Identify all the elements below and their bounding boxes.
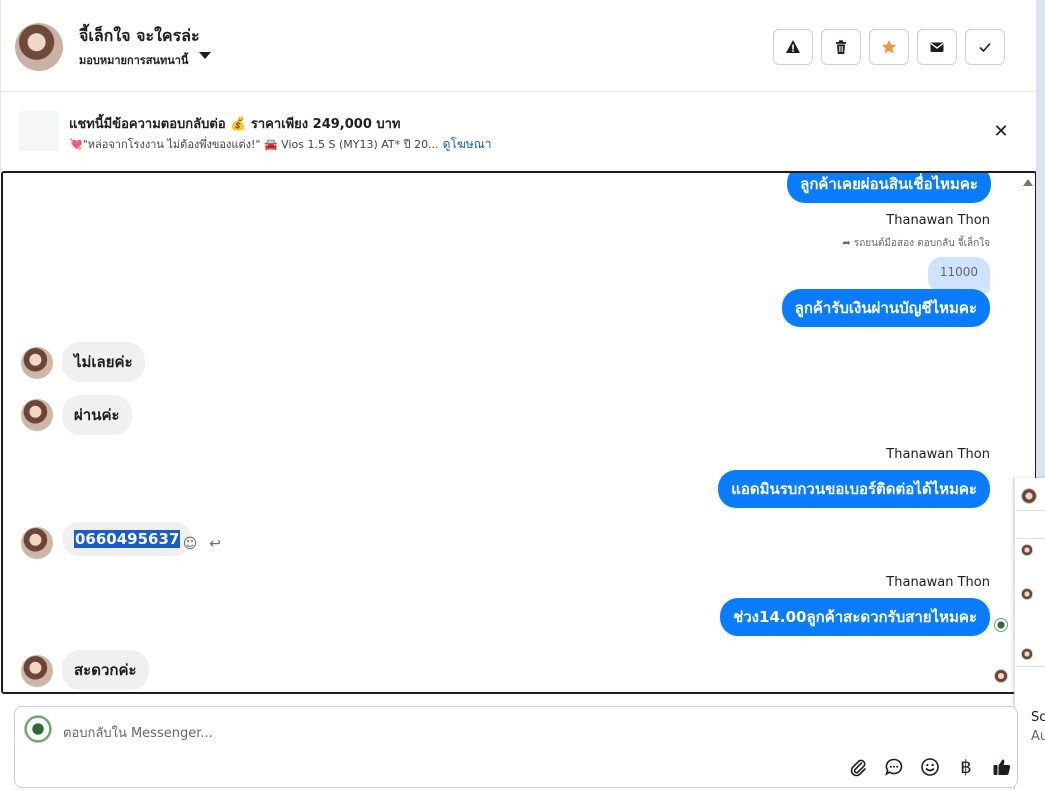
ad-thumbnail bbox=[19, 111, 59, 151]
sender-name: Thanawan Thon bbox=[886, 447, 990, 462]
mark-done-button[interactable] bbox=[965, 29, 1005, 65]
message-bubble-outgoing[interactable]: ลูกค้ารับเงินผ่านบัญชีไหมคะ bbox=[781, 289, 990, 327]
star-button[interactable] bbox=[869, 29, 909, 65]
panel-avatar bbox=[1021, 588, 1033, 600]
inbox-conversation: จี้เล็กใจ จะใครล่ะ มอบหมายการสนทนานี้ แช… bbox=[0, 0, 1045, 790]
envelope-icon bbox=[930, 42, 944, 52]
contact-avatar-small bbox=[21, 527, 53, 559]
panel-avatar bbox=[1021, 648, 1033, 660]
message-bubble-incoming[interactable]: สะดวกค่ะ bbox=[62, 650, 149, 690]
message-bubble-outgoing[interactable]: แอดมินรบกวนขอเบอร์ติดต่อได้ไหมคะ bbox=[718, 470, 990, 508]
delete-button[interactable] bbox=[821, 29, 861, 65]
thumbs-up-icon[interactable] bbox=[991, 756, 1013, 778]
check-icon bbox=[979, 42, 991, 53]
contact-name[interactable]: จี้เล็กใจ จะใครล่ะ bbox=[79, 24, 200, 49]
warning-icon bbox=[786, 40, 800, 53]
react-emoji-icon[interactable]: ☺ bbox=[182, 536, 198, 552]
baht-icon[interactable]: ฿ bbox=[955, 756, 977, 778]
sender-name: Thanawan Thon bbox=[886, 575, 990, 590]
contact-avatar-small bbox=[21, 399, 53, 431]
ad-context-banner: แชทนี้มีข้อความตอบกลับต่อ 💰 ราคาเพียง 24… bbox=[0, 92, 1036, 172]
reply-note: ➦ รถยนต์มือสอง ตอบกลับ จี้เล็กใจ bbox=[842, 236, 990, 251]
panel-text-line: Au bbox=[1031, 729, 1045, 744]
ad-subtitle-text: 💘"หล่อจากโรงงาน ไม่ต้องพึ่งของแต่ง!" 🚘 V… bbox=[69, 138, 439, 151]
quoted-message[interactable]: 11000 bbox=[927, 257, 990, 293]
reply-arrow-icon: ➦ bbox=[842, 238, 854, 249]
conversation-header: จี้เล็กใจ จะใครล่ะ มอบหมายการสนทนานี้ bbox=[0, 0, 1036, 92]
close-icon[interactable]: ✕ bbox=[991, 122, 1011, 142]
page-avatar bbox=[24, 715, 52, 743]
message-input[interactable]: ตอบกลับใน Messenger... bbox=[63, 722, 213, 743]
ad-subtitle: 💘"หล่อจากโรงงาน ไม่ต้องพึ่งของแต่ง!" 🚘 V… bbox=[69, 135, 492, 154]
window-edge-strip bbox=[1036, 0, 1045, 478]
reply-icon[interactable]: ↩ bbox=[207, 536, 223, 552]
contact-avatar-small bbox=[21, 655, 53, 687]
panel-avatar bbox=[1021, 544, 1033, 556]
assign-conversation-label[interactable]: มอบหมายการสนทนานี้ bbox=[79, 51, 188, 69]
ad-title: แชทนี้มีข้อความตอบกลับต่อ 💰 ราคาเพียง 24… bbox=[69, 117, 401, 132]
message-bubble-outgoing[interactable]: ลูกค้าเคยผ่อนสินเชื่อไหมคะ bbox=[787, 173, 991, 203]
spam-button[interactable] bbox=[773, 29, 813, 65]
divider bbox=[1017, 510, 1045, 511]
scroll-up-arrow[interactable] bbox=[1023, 179, 1033, 186]
star-icon bbox=[882, 40, 896, 54]
message-bubble-incoming[interactable]: ผ่านค่ะ bbox=[62, 395, 132, 435]
contact-avatar-small bbox=[21, 347, 53, 379]
saved-reply-icon[interactable] bbox=[883, 756, 905, 778]
message-bubble-outgoing[interactable]: ช่วง14.00ลูกค้าสะดวกรับสายไหมคะ bbox=[720, 598, 990, 636]
selected-phone-number[interactable]: 0660495637 bbox=[74, 530, 181, 548]
message-bubble-incoming[interactable]: ไม่เลยค่ะ bbox=[62, 342, 145, 382]
panel-text-line: Sc bbox=[1031, 710, 1045, 725]
sender-name: Thanawan Thon bbox=[886, 213, 990, 228]
chevron-down-icon[interactable] bbox=[199, 52, 211, 59]
message-thread[interactable]: ลูกค้าเคยผ่อนสินเชื่อไหมคะ Thanawan Thon… bbox=[1, 171, 1037, 694]
panel-avatar bbox=[1021, 488, 1037, 504]
divider bbox=[1017, 538, 1045, 539]
message-bubble-incoming[interactable]: 0660495637 bbox=[62, 522, 193, 556]
attach-icon[interactable] bbox=[847, 756, 869, 778]
reply-composer[interactable]: ตอบกลับใน Messenger... ฿ bbox=[14, 706, 1018, 788]
seen-avatar-icon bbox=[994, 669, 1008, 683]
reply-note-text: รถยนต์มือสอง ตอบกลับ จี้เล็กใจ bbox=[853, 238, 990, 249]
contact-avatar[interactable] bbox=[15, 23, 63, 71]
view-ad-link[interactable]: ดูโฆษณา bbox=[443, 137, 492, 151]
seen-avatar-icon bbox=[994, 618, 1008, 632]
trash-icon bbox=[836, 40, 846, 54]
side-popup-panel[interactable]: Sc Au bbox=[1014, 478, 1045, 790]
mark-unread-button[interactable] bbox=[917, 29, 957, 65]
emoji-icon[interactable] bbox=[919, 756, 941, 778]
divider bbox=[1017, 666, 1045, 667]
